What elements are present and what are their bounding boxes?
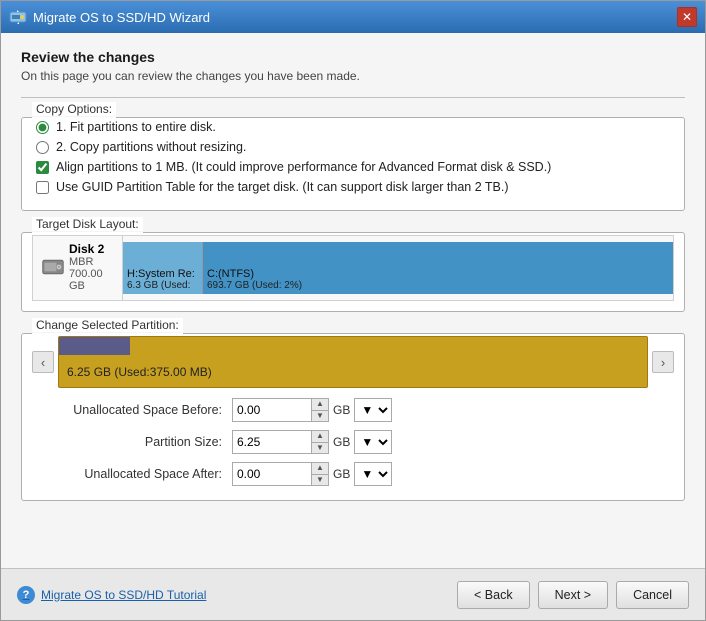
field-after-dropdown[interactable]: ▼: [354, 462, 392, 486]
field-size-label: Partition Size:: [42, 435, 232, 449]
partition-bar-fill: [59, 337, 130, 355]
partition-c-size: 693.7 GB (Used: 2%): [207, 280, 669, 291]
field-after-unit: GB: [333, 467, 350, 481]
partition-bar-label: 6.25 GB (Used:375.00 MB): [67, 365, 212, 379]
target-disk-group: Target Disk Layout:: [21, 225, 685, 312]
partition-h: H:System Re: 6.3 GB (Used:: [123, 242, 203, 294]
disk-name: Disk 2: [69, 242, 114, 256]
field-before-input-group: ▲ ▼ GB ▼: [232, 398, 392, 422]
disk-size: 700.00 GB: [69, 268, 114, 292]
radio-copy-label[interactable]: 2. Copy partitions without resizing.: [56, 140, 246, 154]
app-icon: [9, 8, 27, 26]
field-size-input-group: ▲ ▼ GB ▼: [232, 430, 392, 454]
disk-row: Disk 2 MBR 700.00 GB H:System Re: 6.3 GB…: [32, 235, 674, 301]
footer: ? Migrate OS to SSD/HD Tutorial < Back N…: [1, 568, 705, 620]
field-before-down[interactable]: ▼: [312, 411, 328, 422]
field-before-input[interactable]: [232, 398, 312, 422]
titlebar: Migrate OS to SSD/HD Wizard ✕: [1, 1, 705, 33]
field-after-label: Unallocated Space After:: [42, 467, 232, 481]
back-button[interactable]: < Back: [457, 581, 530, 609]
field-before-label: Unallocated Space Before:: [42, 403, 232, 417]
partition-slider-row: ‹ 6.25 GB (Used:375.00 MB) ›: [32, 336, 674, 388]
tutorial-link-text[interactable]: Migrate OS to SSD/HD Tutorial: [41, 588, 206, 602]
page-subtitle: On this page you can review the changes …: [21, 69, 685, 83]
field-after-spinner: ▲ ▼: [312, 462, 329, 486]
field-after-input-group: ▲ ▼ GB ▼: [232, 462, 392, 486]
copy-options-legend: Copy Options:: [32, 102, 116, 116]
checkbox-guid[interactable]: [36, 181, 49, 194]
field-before-dropdown[interactable]: ▼: [354, 398, 392, 422]
close-button[interactable]: ✕: [677, 7, 697, 27]
tutorial-link[interactable]: ? Migrate OS to SSD/HD Tutorial: [17, 586, 206, 604]
radio-copy-partitions[interactable]: [36, 141, 49, 154]
radio-row-1: 1. Fit partitions to entire disk.: [36, 120, 670, 134]
checkbox-align[interactable]: [36, 161, 49, 174]
change-partition-group: Change Selected Partition: ‹ 6.25 GB (Us…: [21, 326, 685, 501]
radio-fit-partitions[interactable]: [36, 121, 49, 134]
disk-info: Disk 2 MBR 700.00 GB: [33, 236, 123, 300]
checkbox-row-2: Use GUID Partition Table for the target …: [36, 180, 670, 194]
field-before-unit: GB: [333, 403, 350, 417]
partition-c: C:(NTFS) 693.7 GB (Used: 2%): [203, 242, 673, 294]
footer-buttons: < Back Next > Cancel: [457, 581, 689, 609]
field-size-dropdown[interactable]: ▼: [354, 430, 392, 454]
field-row-after: Unallocated Space After: ▲ ▼ GB ▼: [42, 462, 664, 486]
radio-fit-label[interactable]: 1. Fit partitions to entire disk.: [56, 120, 216, 134]
field-after-down[interactable]: ▼: [312, 475, 328, 486]
field-after-up[interactable]: ▲: [312, 463, 328, 475]
cancel-button[interactable]: Cancel: [616, 581, 689, 609]
field-size-down[interactable]: ▼: [312, 443, 328, 454]
partition-bar: 6.25 GB (Used:375.00 MB): [58, 336, 648, 388]
disk-type: MBR: [69, 256, 114, 268]
help-icon: ?: [17, 586, 35, 604]
field-before-up[interactable]: ▲: [312, 399, 328, 411]
left-arrow-button[interactable]: ‹: [32, 351, 54, 373]
field-row-before: Unallocated Space Before: ▲ ▼ GB ▼: [42, 398, 664, 422]
disk-partitions: H:System Re: 6.3 GB (Used: C:(NTFS) 693.…: [123, 242, 673, 294]
window-title: Migrate OS to SSD/HD Wizard: [33, 10, 677, 25]
page-title: Review the changes: [21, 49, 685, 65]
field-size-up[interactable]: ▲: [312, 431, 328, 443]
right-arrow-button[interactable]: ›: [652, 351, 674, 373]
checkbox-align-label[interactable]: Align partitions to 1 MB. (It could impr…: [56, 160, 551, 174]
checkbox-guid-label[interactable]: Use GUID Partition Table for the target …: [56, 180, 509, 194]
main-content: Review the changes On this page you can …: [1, 33, 705, 568]
field-size-input[interactable]: [232, 430, 312, 454]
field-row-size: Partition Size: ▲ ▼ GB ▼: [42, 430, 664, 454]
change-partition-inner: ‹ 6.25 GB (Used:375.00 MB) › Unallocated…: [22, 332, 684, 500]
change-partition-legend: Change Selected Partition:: [32, 318, 183, 332]
checkbox-row-1: Align partitions to 1 MB. (It could impr…: [36, 160, 670, 174]
divider: [21, 97, 685, 98]
field-before-spinner: ▲ ▼: [312, 398, 329, 422]
copy-options-content: 1. Fit partitions to entire disk. 2. Cop…: [22, 116, 684, 210]
field-after-input[interactable]: [232, 462, 312, 486]
disk-layout-inner: Disk 2 MBR 700.00 GB H:System Re: 6.3 GB…: [22, 231, 684, 311]
partition-fields: Unallocated Space Before: ▲ ▼ GB ▼: [32, 398, 674, 486]
target-disk-legend: Target Disk Layout:: [32, 217, 143, 231]
field-size-unit: GB: [333, 435, 350, 449]
radio-row-2: 2. Copy partitions without resizing.: [36, 140, 670, 154]
field-size-spinner: ▲ ▼: [312, 430, 329, 454]
next-button[interactable]: Next >: [538, 581, 608, 609]
partition-c-label: C:(NTFS): [207, 268, 669, 280]
disk-icon: [41, 256, 65, 278]
partition-h-size: 6.3 GB (Used:: [127, 280, 198, 291]
partition-h-label: H:System Re:: [127, 268, 198, 280]
copy-options-group: Copy Options: 1. Fit partitions to entir…: [21, 110, 685, 211]
